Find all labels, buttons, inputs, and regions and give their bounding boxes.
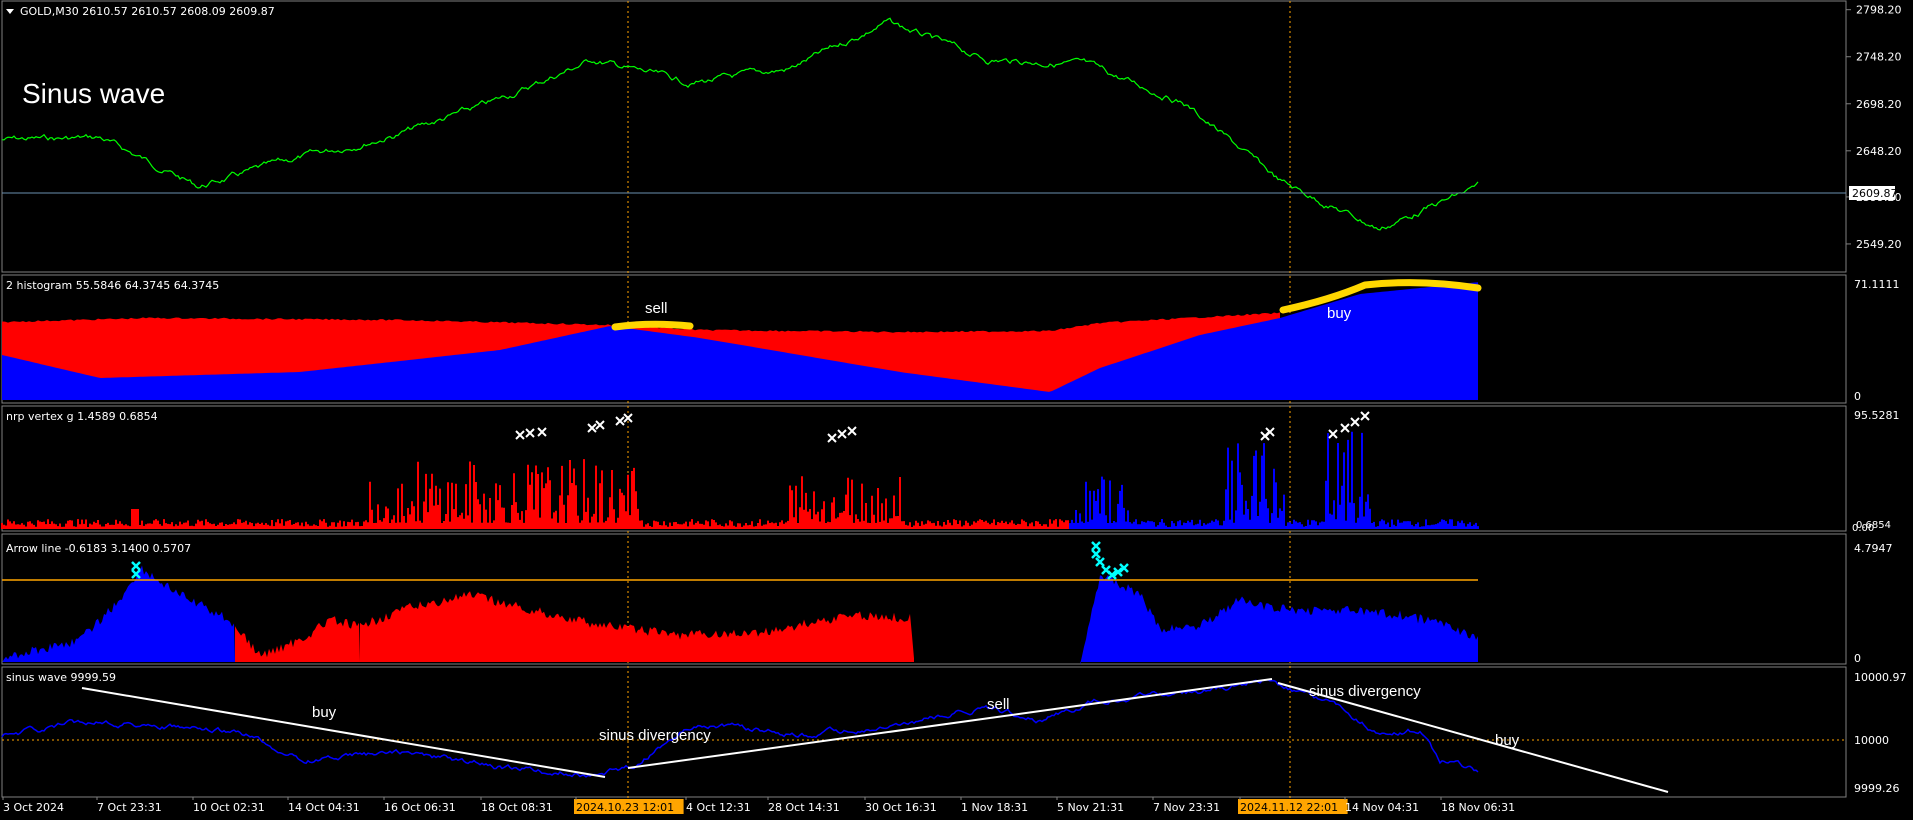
arrow-tick-max: 4.7947	[1854, 542, 1893, 555]
price-tick-label: 2748.20	[1856, 51, 1902, 64]
arrow-panel-frame	[1, 533, 1847, 665]
price-tick-label: 2798.20	[1856, 4, 1902, 17]
time-axis-label: 30 Oct 16:31	[865, 801, 937, 814]
sinus-tick-mid: 10000	[1854, 734, 1889, 747]
sinus-panel-frame	[1, 666, 1847, 798]
time-axis-label: 7 Oct 23:31	[97, 801, 162, 814]
sinus-divergency-annotation-1: sinus divergency	[599, 727, 711, 744]
sinus-buy-annotation-1: buy	[312, 704, 337, 721]
time-axis-label: 16 Oct 06:31	[384, 801, 456, 814]
nrp-label: nrp vertex g 1.4589 0.6854	[6, 410, 158, 423]
time-axis-label: 10 Oct 02:31	[193, 801, 265, 814]
current-price-label: 2609.87	[1852, 187, 1898, 200]
time-axis: 3 Oct 2024 7 Oct 23:31 10 Oct 02:31 14 Oct …	[2, 797, 1515, 814]
time-axis-label: 5 Nov 21:31	[1057, 801, 1124, 814]
nrp-tick-zero: 0.00	[1852, 523, 1874, 534]
trading-chart[interactable]: GOLD,M30 2610.57 2610.57 2608.09 2609.87…	[0, 0, 1913, 820]
sinus-tick-min: 9999.26	[1854, 782, 1900, 795]
histogram-buy-annotation: buy	[1327, 305, 1352, 322]
time-axis-label: 7 Nov 23:31	[1153, 801, 1220, 814]
overlay-title: Sinus wave	[22, 78, 165, 109]
price-tick-label: 2698.20	[1856, 98, 1902, 111]
main-panel-frame	[1, 0, 1847, 273]
time-axis-label: 18 Oct 08:31	[481, 801, 553, 814]
arrow-tick-zero: 0	[1854, 652, 1861, 665]
price-tick-label: 2549.20	[1856, 238, 1902, 251]
time-axis-label: 4 Oct 12:31	[686, 801, 751, 814]
histogram-tick-max: 71.1111	[1854, 278, 1900, 291]
price-tick-label: 2648.20	[1856, 145, 1902, 158]
sinus-divergency-annotation-2: sinus divergency	[1309, 683, 1421, 700]
arrow-label: Arrow line -0.6183 3.1400 0.5707	[6, 542, 191, 555]
histogram-tick-zero: 0	[1854, 390, 1861, 403]
time-axis-label: 14 Oct 04:31	[288, 801, 360, 814]
nrp-panel-frame	[1, 405, 1847, 532]
time-axis-label: 3 Oct 2024	[3, 801, 64, 814]
sinus-sell-annotation: sell	[987, 696, 1010, 713]
time-axis-label: 14 Nov 04:31	[1345, 801, 1419, 814]
symbol-info: GOLD,M30 2610.57 2610.57 2608.09 2609.87	[20, 5, 275, 18]
histogram-label: 2 histogram 55.5846 64.3745 64.3745	[6, 279, 219, 292]
sinus-tick-max: 10000.97	[1854, 671, 1907, 684]
histogram-sell-signal	[611, 320, 694, 331]
time-axis-label: 28 Oct 14:31	[768, 801, 840, 814]
time-axis-label: 2024.10.23 12:01	[576, 801, 674, 814]
sinus-buy-annotation-2: buy	[1495, 732, 1520, 749]
time-axis-label: 1 Nov 18:31	[961, 801, 1028, 814]
price-axis: 2798.202748.202698.202648.202599.202549.…	[1846, 4, 1902, 251]
sinus-label: sinus wave 9999.59	[6, 671, 116, 684]
nrp-tick-max: 95.5281	[1854, 409, 1900, 422]
time-axis-label: 18 Nov 06:31	[1441, 801, 1515, 814]
time-axis-label: 2024.11.12 22:01	[1240, 801, 1338, 814]
histogram-sell-annotation: sell	[645, 300, 668, 317]
